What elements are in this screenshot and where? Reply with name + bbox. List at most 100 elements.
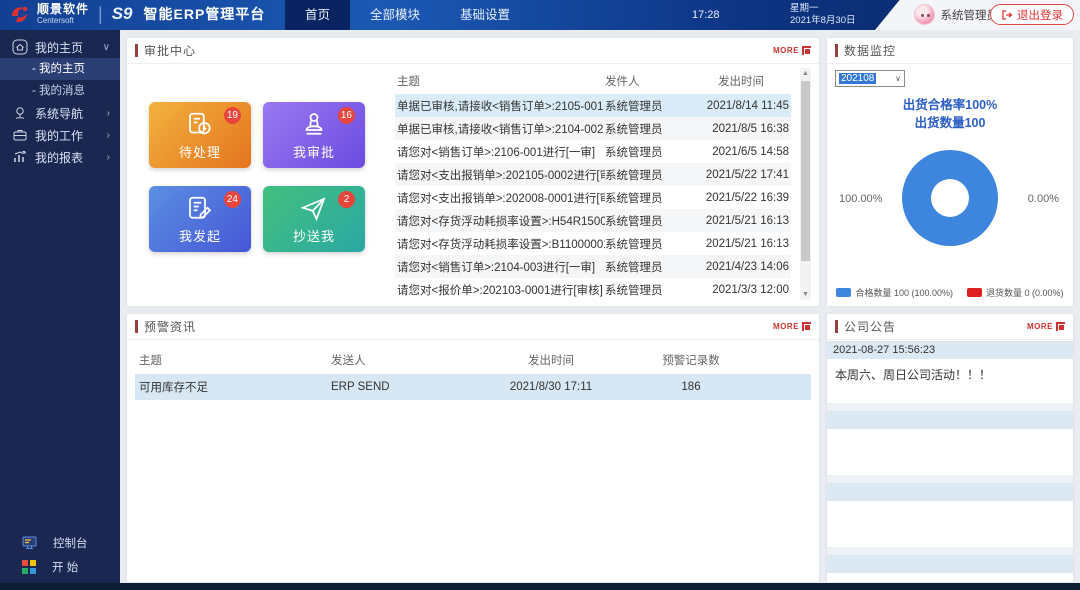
sidebar-item-system-nav[interactable]: 系统导航 › <box>0 102 120 124</box>
chevron-right-icon: › <box>107 152 110 163</box>
sidebar-footer: 控制台 开 始 <box>0 531 120 579</box>
start-button[interactable]: 开 始 <box>0 555 120 579</box>
tile-initiated-by-me[interactable]: 24 我发起 <box>149 186 251 252</box>
logout-label: 退出登录 <box>1017 7 1063 23</box>
scrollbar-thumb[interactable] <box>801 81 810 261</box>
cell-subject: 请您对<支出报销单>:202008-0001进行[审核] <box>395 190 605 206</box>
sidebar-item-label: 系统导航 <box>35 105 83 122</box>
chart-legend: 合格数量 100 (100.00%) 退货数量 0 (0.00%) <box>827 286 1073 299</box>
table-row[interactable]: 请您对<存货浮动耗损率设置>:B11000001进行[审核] 系统管理员 202… <box>395 232 791 255</box>
document-pencil-icon <box>185 194 215 224</box>
alerts-more-button[interactable]: MORE <box>773 322 811 331</box>
console-label: 控制台 <box>53 535 88 551</box>
legend-label: 退货数量 0 (0.00%) <box>986 286 1064 299</box>
sidebar-item-my-home[interactable]: 我的主页 ∨ <box>0 36 120 58</box>
chevron-right-icon: › <box>107 130 110 141</box>
cell-time: 2021/5/22 16:39 <box>693 192 791 204</box>
table-row[interactable]: 请您对<存货浮动耗损率设置>:H54R15006002进行[审核] 系统管理员 … <box>395 209 791 232</box>
console-button[interactable]: 控制台 <box>0 531 120 555</box>
approval-table-header: 主题 发件人 发出时间 <box>395 68 791 94</box>
announcement-date <box>827 483 1073 501</box>
cell-time: 2021/8/5 16:38 <box>693 123 791 135</box>
donut-right-label: 0.00% <box>1028 193 1059 205</box>
col-sender: 发送人 <box>331 352 471 368</box>
sidebar-subitem-my-home[interactable]: - 我的主页 <box>0 58 120 80</box>
cell-subject: 单据已审核,请接收<销售订单>:2105-001 <box>395 98 605 114</box>
home-icon <box>12 39 28 55</box>
logout-button[interactable]: 退出登录 <box>990 4 1074 25</box>
period-select[interactable]: 202108 ∨ <box>835 70 905 87</box>
nav-tab-home[interactable]: 首页 <box>285 0 350 30</box>
start-label: 开 始 <box>52 559 78 575</box>
announcement-item-empty <box>827 411 1073 475</box>
user-info: 系统管理员 <box>914 4 999 25</box>
app-title: 智能ERP管理平台 <box>144 4 266 24</box>
cell-sender: 系统管理员 <box>605 144 693 160</box>
document-clock-icon <box>185 110 215 140</box>
sidebar-item-my-reports[interactable]: 我的报表 › <box>0 146 120 168</box>
table-row[interactable]: 请您对<支出报销单>:202105-0002进行[审核] 系统管理员 2021/… <box>395 163 791 186</box>
scroll-up-arrow[interactable]: ▲ <box>800 68 811 79</box>
alerts-panel: 预警资讯 MORE 主题 发送人 发出时间 预警记录数 可用库存不足 ERP S… <box>127 314 819 582</box>
table-row[interactable]: 请您对<销售订单>:2106-001进行[一审] 系统管理员 2021/6/5 … <box>395 140 791 163</box>
announcement-content <box>827 429 1073 475</box>
tile-label: 我审批 <box>263 142 365 161</box>
nav-tab-basic-settings[interactable]: 基础设置 <box>440 0 530 30</box>
stamp-icon <box>299 110 329 140</box>
chevron-down-icon: ∨ <box>103 42 110 53</box>
scroll-down-arrow[interactable]: ▼ <box>800 289 811 300</box>
approval-tiles: 19 待处理 16 我审批 24 我发起 2 抄送我 <box>149 102 365 252</box>
tile-cc-to-me[interactable]: 2 抄送我 <box>263 186 365 252</box>
tile-label: 待处理 <box>149 142 251 161</box>
sidebar: 我的主页 ∨ - 我的主页 - 我的消息 系统导航 › 我的工作 › 我的报表 … <box>0 30 120 583</box>
map-pin-icon <box>12 105 28 121</box>
cell-subject: 请您对<报价单>:202103-0001进行[审核] <box>395 282 605 298</box>
bar-chart-icon <box>12 149 28 165</box>
cell-sender: 系统管理员 <box>605 282 693 298</box>
col-sent-time: 发出时间 <box>471 352 631 368</box>
approval-center-title: 审批中心 <box>144 42 196 59</box>
top-navigation: 首页 全部模块 基础设置 <box>285 0 530 30</box>
announcement-item-empty <box>827 483 1073 547</box>
announcements-more-button[interactable]: MORE <box>1027 322 1065 331</box>
logout-icon <box>1001 9 1013 21</box>
donut-chart <box>902 150 998 246</box>
tile-pending[interactable]: 19 待处理 <box>149 102 251 168</box>
cell-time: 2021/4/23 14:06 <box>693 261 791 273</box>
alert-row[interactable]: 可用库存不足 ERP SEND 2021/8/30 17:11 186 <box>135 374 811 400</box>
alerts-table-header: 主题 发送人 发出时间 预警记录数 <box>135 346 811 374</box>
pass-rate-text: 出货合格率100% <box>827 96 1073 114</box>
table-row[interactable]: 单据已审核,请接收<销售订单>:2105-001 系统管理员 2021/8/14… <box>395 94 791 117</box>
announcements-panel: 公司公告 MORE 2021-08-27 15:56:23 本周六、周日公司活动… <box>827 314 1073 582</box>
cell-count: 186 <box>631 381 751 393</box>
chevron-down-icon: ∨ <box>895 74 901 83</box>
tile-my-approvals[interactable]: 16 我审批 <box>263 102 365 168</box>
more-icon <box>1056 322 1065 331</box>
table-row[interactable]: 请您对<销售订单>:2104-003进行[一审] 系统管理员 2021/4/23… <box>395 255 791 278</box>
logo-title: 顺景软件 <box>37 3 89 15</box>
more-icon <box>802 46 811 55</box>
nav-tab-all-modules[interactable]: 全部模块 <box>350 0 440 30</box>
date-label: 2021年8月30日 <box>790 15 855 27</box>
table-row[interactable]: 单据已审核,请接收<销售订单>:2104-002 系统管理员 2021/8/5 … <box>395 117 791 140</box>
cell-sender: 系统管理员 <box>605 167 693 183</box>
table-row[interactable]: 请您对<报价单>:202103-0001进行[审核] 系统管理员 2021/3/… <box>395 278 791 301</box>
logo-subtitle: Centersoft <box>37 17 89 25</box>
sidebar-item-my-work[interactable]: 我的工作 › <box>0 124 120 146</box>
clock-time: 17:28 <box>692 9 720 21</box>
more-label: MORE <box>773 322 799 331</box>
announcement-content <box>827 501 1073 547</box>
section-accent-bar <box>835 320 838 333</box>
more-label: MORE <box>773 46 799 55</box>
table-row[interactable]: 请您对<支出报销单>:202008-0001进行[审核] 系统管理员 2021/… <box>395 186 791 209</box>
legend-returned: 退货数量 0 (0.00%) <box>967 286 1064 299</box>
sidebar-subitem-my-messages[interactable]: - 我的消息 <box>0 80 120 102</box>
approval-more-button[interactable]: MORE <box>773 46 811 55</box>
legend-qualified: 合格数量 100 (100.00%) <box>836 286 953 299</box>
period-select-value: 202108 <box>839 73 876 84</box>
user-avatar[interactable] <box>914 4 935 25</box>
cell-time: 2021/3/3 12:00 <box>693 284 791 296</box>
cell-sender: 系统管理员 <box>605 236 693 252</box>
approval-center-panel: 审批中心 MORE 19 待处理 16 我审批 24 我发起 <box>127 38 819 306</box>
announcement-item[interactable]: 2021-08-27 15:56:23 本周六、周日公司活动！！！ <box>827 341 1073 403</box>
